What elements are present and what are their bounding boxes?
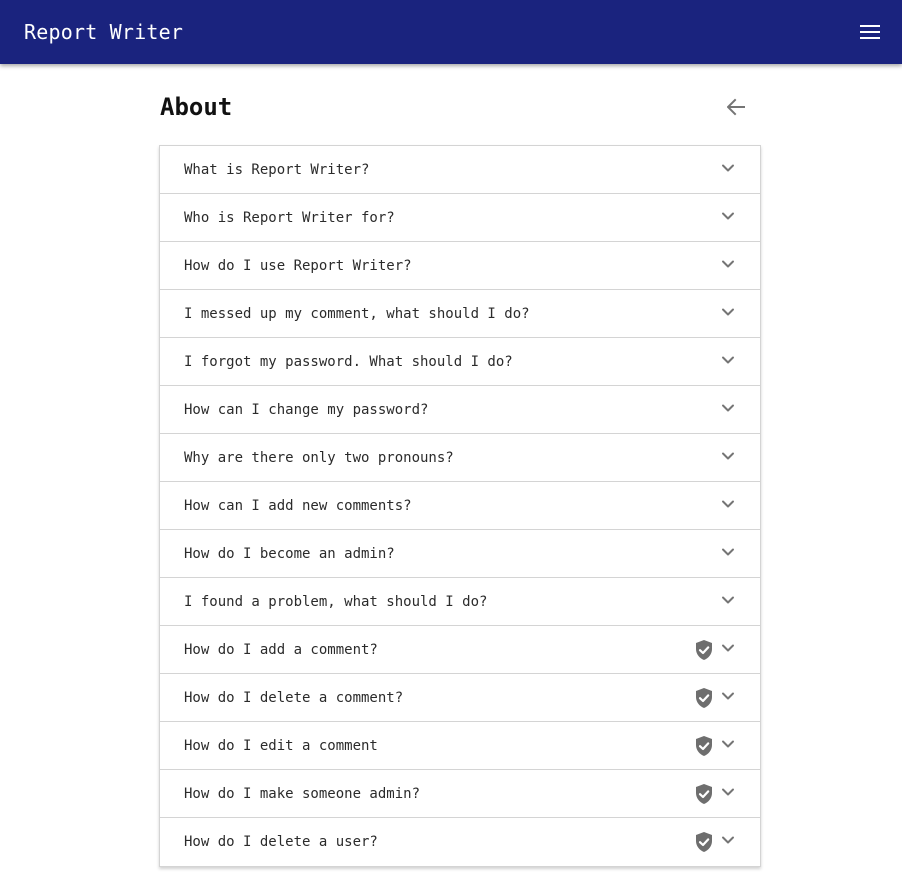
faq-question: How do I become an admin? (184, 546, 395, 562)
chevron-down-icon[interactable] (718, 686, 738, 706)
faq-question: I messed up my comment, what should I do… (184, 306, 530, 322)
menu-button[interactable] (854, 16, 886, 48)
faq-item[interactable]: Who is Report Writer for? (160, 194, 760, 242)
faq-item[interactable]: How do I add a comment? (160, 626, 760, 674)
faq-item[interactable]: What is Report Writer? (160, 146, 760, 194)
faq-question: I forgot my password. What should I do? (184, 354, 513, 370)
faq-item[interactable]: How do I edit a comment (160, 722, 760, 770)
faq-item[interactable]: How do I make someone admin? (160, 770, 760, 818)
faq-item[interactable]: How can I add new comments? (160, 482, 760, 530)
page-title: About (160, 93, 233, 121)
chevron-down-icon[interactable] (718, 782, 738, 802)
faq-item[interactable]: I forgot my password. What should I do? (160, 338, 760, 386)
faq-question: How do I edit a comment (184, 738, 378, 754)
faq-question: How can I change my password? (184, 402, 429, 418)
faq-question: How do I delete a comment? (184, 690, 404, 706)
app-title: Report Writer (24, 20, 184, 44)
admin-shield-icon (696, 832, 712, 852)
chevron-down-icon[interactable] (718, 302, 738, 322)
chevron-down-icon[interactable] (718, 830, 738, 850)
faq-question: I found a problem, what should I do? (184, 594, 488, 610)
chevron-down-icon[interactable] (718, 494, 738, 514)
faq-question: How do I make someone admin? (184, 786, 421, 802)
faq-question: Why are there only two pronouns? (184, 450, 454, 466)
faq-question: What is Report Writer? (184, 162, 370, 178)
chevron-down-icon[interactable] (718, 446, 738, 466)
faq-item[interactable]: How do I delete a user? (160, 818, 760, 866)
chevron-down-icon[interactable] (718, 590, 738, 610)
faq-accordion: What is Report Writer? Who is Report Writ… (159, 145, 761, 867)
faq-item[interactable]: How can I change my password? (160, 386, 760, 434)
chevron-down-icon[interactable] (718, 542, 738, 562)
faq-item[interactable]: How do I delete a comment? (160, 674, 760, 722)
chevron-down-icon[interactable] (718, 398, 738, 418)
faq-item[interactable]: I messed up my comment, what should I do… (160, 290, 760, 338)
chevron-down-icon[interactable] (718, 734, 738, 754)
faq-question: How do I use Report Writer? (184, 258, 412, 274)
admin-shield-icon (696, 784, 712, 804)
back-button[interactable] (720, 91, 752, 123)
chevron-down-icon[interactable] (718, 158, 738, 178)
faq-item[interactable]: I found a problem, what should I do? (160, 578, 760, 626)
chevron-down-icon[interactable] (718, 350, 738, 370)
faq-item[interactable]: How do I use Report Writer? (160, 242, 760, 290)
faq-question: Who is Report Writer for? (184, 210, 395, 226)
chevron-down-icon[interactable] (718, 206, 738, 226)
chevron-down-icon[interactable] (718, 254, 738, 274)
faq-item[interactable]: How do I become an admin? (160, 530, 760, 578)
faq-question: How do I delete a user? (184, 834, 378, 850)
admin-shield-icon (696, 736, 712, 756)
chevron-down-icon[interactable] (718, 638, 738, 658)
faq-question: How do I add a comment? (184, 642, 378, 658)
admin-shield-icon (696, 688, 712, 708)
faq-question: How can I add new comments? (184, 498, 412, 514)
faq-item[interactable]: Why are there only two pronouns? (160, 434, 760, 482)
menu-icon (860, 25, 880, 39)
arrow-back-icon (727, 98, 745, 116)
admin-shield-icon (696, 640, 712, 660)
app-bar: Report Writer (0, 0, 902, 64)
